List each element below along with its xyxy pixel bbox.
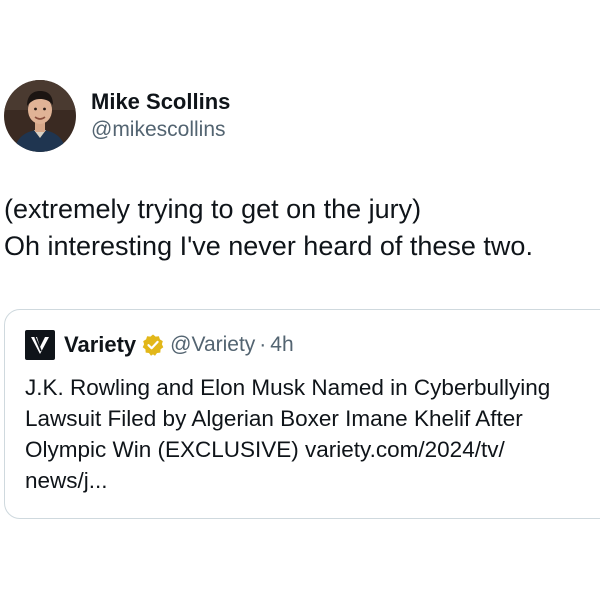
quoted-text-line: news/j... — [25, 468, 108, 493]
author-display-name[interactable]: Mike Scollins — [91, 88, 230, 116]
quoted-timestamp[interactable]: 4h — [270, 333, 293, 357]
variety-logo-icon[interactable] — [25, 330, 55, 360]
avatar-image — [4, 80, 76, 152]
quoted-text-line: J.K. Rowling and Elon Musk Named in Cybe… — [25, 375, 551, 400]
tweet-text-line: (extremely trying to get on the jury) — [4, 194, 422, 224]
author-handle[interactable]: @mikescollins — [91, 116, 230, 144]
quoted-display-name[interactable]: Variety — [64, 332, 136, 358]
avatar[interactable] — [4, 80, 76, 152]
author-names: Mike Scollins @mikescollins — [91, 88, 230, 144]
variety-logo-mark — [31, 336, 49, 354]
tweet: Mike Scollins @mikescollins (extremely t… — [0, 0, 600, 600]
tweet-text-line: Oh interesting I've never heard of these… — [4, 231, 533, 261]
quoted-separator: · — [259, 333, 267, 356]
quoted-handle[interactable]: @Variety — [170, 333, 255, 357]
quoted-tweet-text: J.K. Rowling and Elon Musk Named in Cybe… — [25, 372, 600, 496]
tweet-header: Mike Scollins @mikescollins — [4, 78, 230, 154]
quoted-text-line: Olympic Win (EXCLUSIVE) variety.com/2024… — [25, 437, 505, 462]
verified-badge-icon — [141, 333, 165, 357]
quoted-text-line: Lawsuit Filed by Algerian Boxer Imane Kh… — [25, 406, 523, 431]
quoted-tweet-card[interactable]: Variety @Variety · 4h J.K. Rowling and E… — [4, 309, 600, 519]
tweet-text: (extremely trying to get on the jury) Oh… — [4, 191, 594, 265]
quoted-tweet-header: Variety @Variety · 4h — [25, 330, 294, 360]
